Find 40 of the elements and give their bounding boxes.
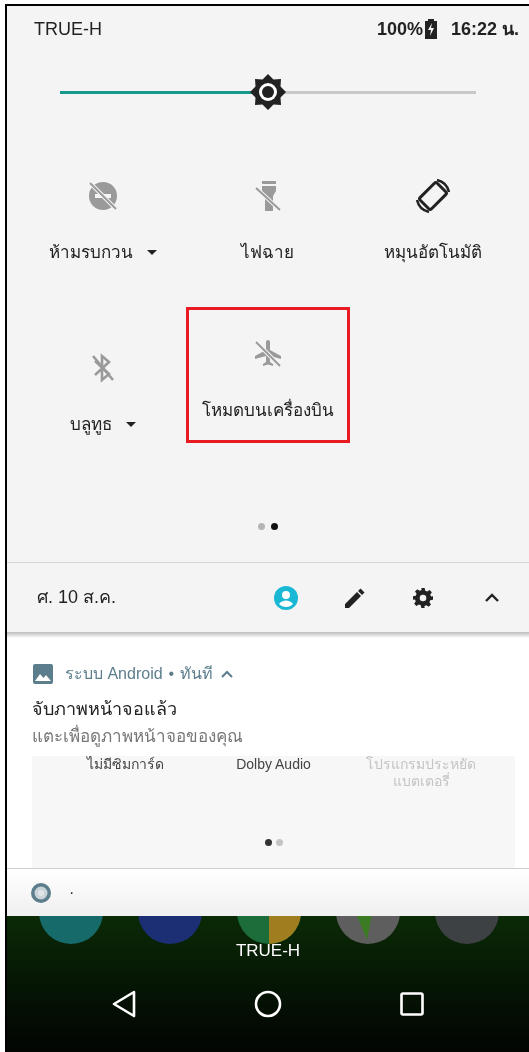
recents-icon[interactable] xyxy=(400,991,424,1016)
notification-title: จับภาพหน้าจอแล้ว xyxy=(31,698,178,721)
settings-icon[interactable] xyxy=(413,587,433,608)
app-name: ระบบ Android xyxy=(65,664,163,684)
tile-label: ห้ามรบกวน xyxy=(49,242,134,264)
airplane-off-icon xyxy=(253,339,283,369)
bluetooth-off-icon xyxy=(91,353,116,383)
pencil-icon[interactable] xyxy=(345,587,365,608)
battery-charging-icon xyxy=(424,19,437,39)
notification-text: · xyxy=(69,882,75,903)
highlighted-tile[interactable]: โหมดบนเครื่องบิน xyxy=(185,307,351,443)
preview-tile-label: ไม่มีซิมการ์ด xyxy=(85,756,166,774)
do-not-disturb-off-icon xyxy=(87,180,120,212)
home-icon[interactable] xyxy=(254,989,282,1018)
brightness-icon[interactable] xyxy=(250,74,286,110)
tile-label: โหมดบนเครื่องบิน xyxy=(202,398,334,424)
separator: • xyxy=(168,664,175,684)
tile-label: หมุนอัตโนมัติ xyxy=(383,241,482,265)
tile-label: ไฟฉาย xyxy=(241,241,295,264)
carrier-name: TRUE-H xyxy=(34,17,102,41)
flashlight-off-icon xyxy=(255,180,281,212)
quick-setting-tile[interactable]: บลูทูธ xyxy=(23,324,184,460)
preview-tile-label: Dolby Audio xyxy=(235,756,312,774)
clock: 16:22 น. xyxy=(450,17,519,41)
notification-text: แตะเพื่อดูภาพหน้าจอของคุณ xyxy=(7,724,529,750)
notification-time: ทันที xyxy=(180,664,214,684)
collapse-icon[interactable] xyxy=(485,593,499,602)
back-icon[interactable] xyxy=(112,989,136,1018)
quick-setting-tile[interactable]: ห้ามรบกวน xyxy=(23,152,184,288)
dropdown-icon[interactable] xyxy=(126,422,137,428)
battery-percent: 100% xyxy=(376,17,423,41)
dropdown-icon[interactable] xyxy=(147,250,158,256)
tile-label: บลูทูธ xyxy=(70,414,113,437)
date: ศ. 10 ส.ค. xyxy=(37,586,117,609)
quick-setting-tile[interactable]: ไฟฉาย xyxy=(188,152,348,288)
quick-setting-tile[interactable]: หมุนอัตโนมัติ xyxy=(352,152,513,288)
circle-icon xyxy=(31,882,51,903)
home-label: TRUE-H xyxy=(235,940,301,962)
image-icon xyxy=(33,664,53,684)
auto-rotate-icon xyxy=(414,178,451,214)
